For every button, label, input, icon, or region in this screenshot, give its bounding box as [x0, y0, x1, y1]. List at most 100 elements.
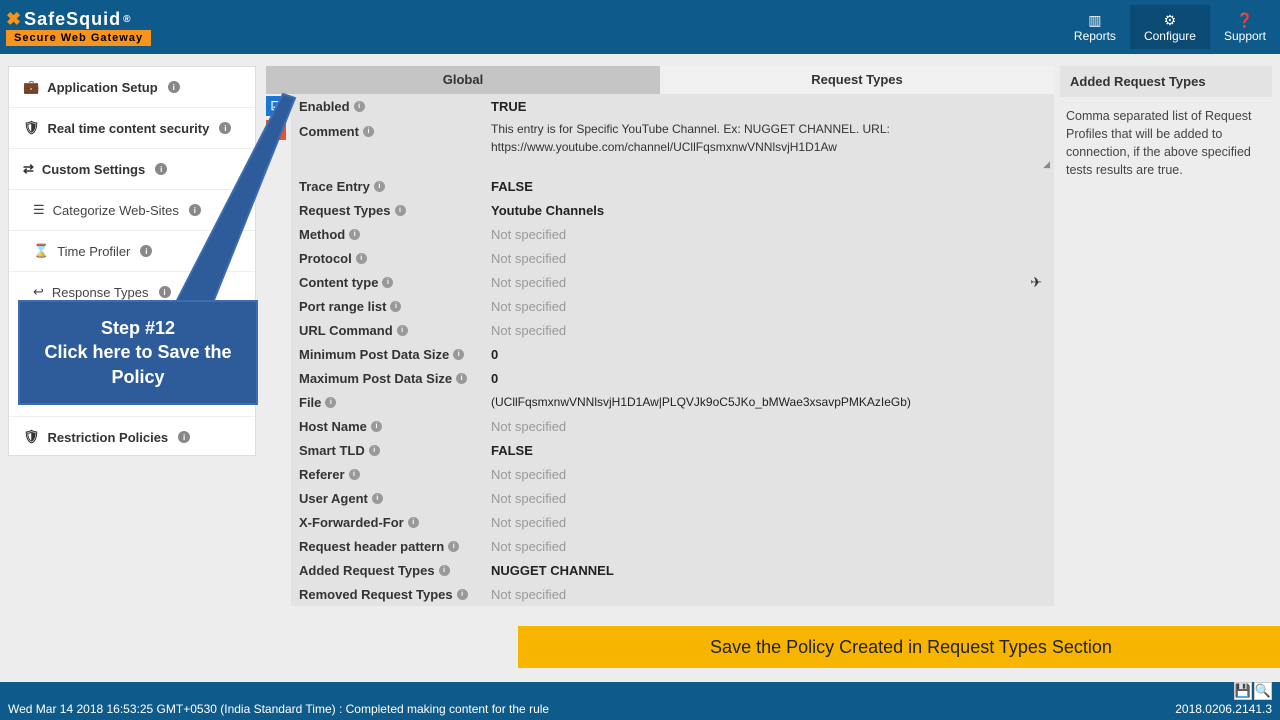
comment-label: Comment — [299, 124, 359, 139]
info-icon: i — [140, 245, 152, 257]
reqtypes-value[interactable]: Youtube Channels — [491, 203, 1054, 218]
method-label: Method — [299, 227, 345, 242]
info-icon: i — [168, 81, 180, 93]
info-icon: i — [178, 431, 190, 443]
ua-label: User Agent — [299, 491, 368, 506]
comment-value[interactable]: This entry is for Specific YouTube Chann… — [491, 120, 1054, 172]
footer: Wed Mar 14 2018 16:53:25 GMT+0530 (India… — [0, 682, 1280, 720]
stack-icon: ☰ — [33, 202, 45, 218]
footer-version: 2018.0206.2141.3 — [1175, 702, 1272, 716]
info-icon: i — [453, 349, 464, 360]
info-icon: i — [371, 421, 382, 432]
gears-icon: ⚙ — [1144, 13, 1196, 27]
support-button[interactable]: ❓Support — [1210, 5, 1280, 49]
xff-label: X-Forwarded-For — [299, 515, 404, 530]
enabled-label: Enabled — [299, 99, 350, 114]
logo-text: ✖ SafeSquid® — [6, 9, 151, 30]
reqhdr-value[interactable]: Not specified — [491, 539, 1054, 554]
sidebar-item-categorize[interactable]: ☰ Categorize Web-Sites i — [9, 189, 255, 230]
tld-value[interactable]: FALSE — [491, 443, 1054, 458]
help-panel: Added Request Types Comma separated list… — [1060, 66, 1272, 674]
footer-search-icon[interactable]: 🔍 — [1254, 682, 1272, 700]
host-value[interactable]: Not specified — [491, 419, 1054, 434]
help-title: Added Request Types — [1060, 66, 1272, 97]
referer-value[interactable]: Not specified — [491, 467, 1054, 482]
footer-status: Wed Mar 14 2018 16:53:25 GMT+0530 (India… — [8, 702, 549, 716]
bug-icon: 🛡 — [23, 120, 40, 136]
footer-icons: 💾 🔍 — [1234, 682, 1272, 700]
info-icon: i — [448, 541, 459, 552]
sidebar-item-app-setup[interactable]: 💼 Application Setup i — [9, 67, 255, 107]
enabled-value[interactable]: TRUE — [491, 99, 1054, 114]
info-icon: i — [408, 517, 419, 528]
resize-icon[interactable]: ◢ — [1043, 159, 1050, 170]
host-label: Host Name — [299, 419, 367, 434]
urlcmd-value[interactable]: Not specified — [491, 323, 1054, 338]
protocol-label: Protocol — [299, 251, 352, 266]
info-icon: i — [439, 565, 450, 576]
minpost-value[interactable]: 0 — [491, 347, 1054, 362]
sidebar-item-custom[interactable]: ⇄ Custom Settings i — [9, 148, 255, 189]
ua-value[interactable]: Not specified — [491, 491, 1054, 506]
file-value[interactable]: (UCllFqsmxnwVNNlsvjH1D1Aw|PLQVJk9oC5JKo_… — [491, 395, 1054, 409]
delete-button[interactable]: ✖ — [266, 120, 286, 140]
info-icon: i — [369, 445, 380, 456]
help-icon: ❓ — [1224, 13, 1266, 27]
callout-title: Step #12 — [28, 316, 248, 340]
logo: ✖ SafeSquid® Secure Web Gateway — [6, 9, 151, 46]
sidebar-item-label: Application Setup — [47, 80, 158, 95]
sidebar-item-label: Custom Settings — [42, 162, 145, 177]
info-icon: i — [363, 126, 374, 137]
tab-global[interactable]: Global — [266, 66, 660, 94]
ctype-label: Content type — [299, 275, 378, 290]
ctype-value[interactable]: Not specified — [491, 275, 1054, 290]
form-rows: Enabled i TRUE Comment i This entry is for S… — [291, 94, 1054, 606]
xff-value[interactable]: Not specified — [491, 515, 1054, 530]
info-icon: i — [395, 205, 406, 216]
check-icon: ☑ — [271, 99, 282, 113]
reports-button[interactable]: ▥Reports — [1060, 5, 1130, 49]
sliders-icon: ⇄ — [23, 161, 34, 177]
callout-line: Click here to Save the Policy — [28, 340, 248, 389]
added-label: Added Request Types — [299, 563, 435, 578]
maxpost-label: Maximum Post Data Size — [299, 371, 452, 386]
info-icon: i — [397, 325, 408, 336]
footer-save-icon[interactable]: 💾 — [1234, 682, 1252, 700]
file-label: File — [299, 395, 321, 410]
top-actions: ▥Reports ⚙Configure ❓Support — [1060, 5, 1280, 49]
callout-box: Step #12 Click here to Save the Policy — [18, 300, 258, 405]
hourglass-icon: ⌛ — [33, 243, 49, 259]
sidebar-item-restriction[interactable]: 🛡 Restriction Policies i — [9, 416, 255, 457]
send-icon[interactable]: ✈ — [1030, 274, 1042, 291]
info-icon: i — [219, 122, 231, 134]
sidebar-item-label: Real time content security — [48, 121, 210, 136]
protocol-value[interactable]: Not specified — [491, 251, 1054, 266]
port-value[interactable]: Not specified — [491, 299, 1054, 314]
sidebar-item-time[interactable]: ⌛ Time Profiler i — [9, 230, 255, 271]
method-value[interactable]: Not specified — [491, 227, 1054, 242]
top-bar: ✖ SafeSquid® Secure Web Gateway ▥Reports… — [0, 0, 1280, 54]
logo-icon: ✖ — [6, 9, 22, 30]
configure-button[interactable]: ⚙Configure — [1130, 5, 1210, 49]
sidebar-item-realtime[interactable]: 🛡 Real time content security i — [9, 107, 255, 148]
tab-request-types[interactable]: Request Types — [660, 66, 1054, 94]
info-icon: i — [349, 229, 360, 240]
removed-value[interactable]: Not specified — [491, 587, 1054, 602]
trace-value[interactable]: FALSE — [491, 179, 1054, 194]
trace-label: Trace Entry — [299, 179, 370, 194]
info-icon: i — [189, 204, 201, 216]
info-icon: i — [457, 589, 468, 600]
referer-label: Referer — [299, 467, 345, 482]
briefcase-icon: 💼 — [23, 79, 39, 95]
chart-icon: ▥ — [1074, 13, 1116, 27]
added-value[interactable]: NUGGET CHANNEL — [491, 563, 1054, 578]
info-icon: i — [372, 493, 383, 504]
close-icon: ✖ — [271, 123, 281, 137]
maxpost-value[interactable]: 0 — [491, 371, 1054, 386]
logo-subtitle: Secure Web Gateway — [6, 30, 151, 46]
tld-label: Smart TLD — [299, 443, 365, 458]
info-icon: i — [456, 373, 467, 384]
info-icon: i — [325, 397, 336, 408]
save-button[interactable]: ☑ — [266, 96, 286, 116]
sidebar-item-label: Time Profiler — [57, 244, 130, 259]
